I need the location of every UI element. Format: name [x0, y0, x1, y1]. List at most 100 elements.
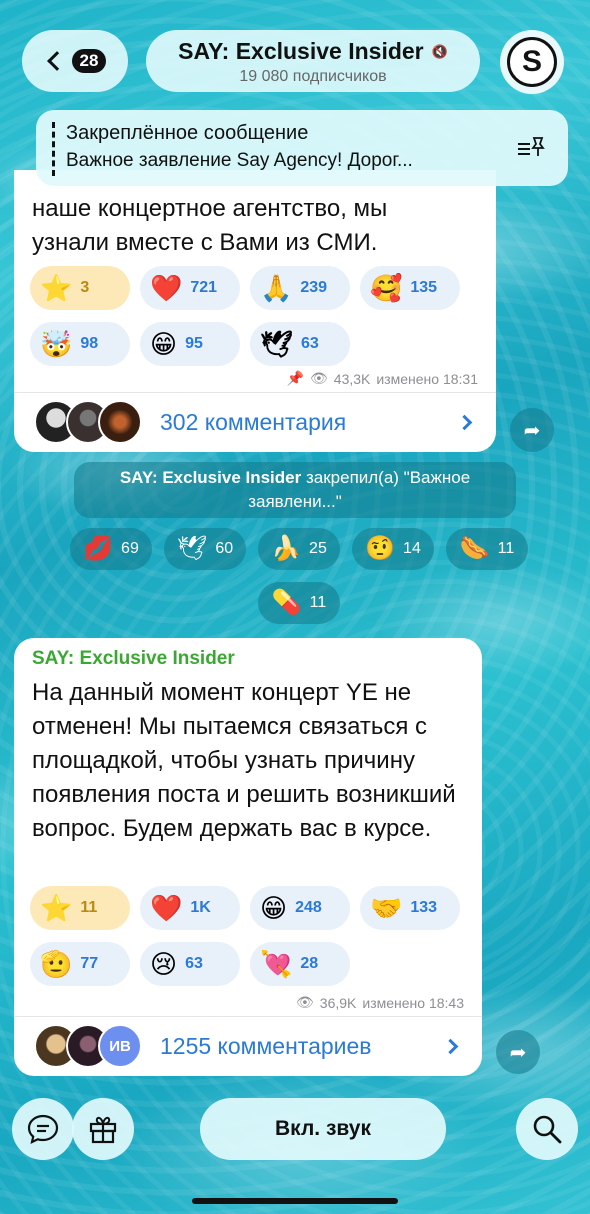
handshake-icon: 🤝: [370, 893, 403, 923]
comments-label: 1255 комментариев: [160, 1032, 372, 1059]
avatar: [98, 400, 142, 444]
chevron-right-icon: [442, 1038, 459, 1054]
reaction-count: 25: [309, 540, 327, 557]
back-button[interactable]: 28: [22, 30, 128, 92]
reaction-count: 11: [80, 899, 98, 916]
comments-label: 302 комментария: [160, 408, 347, 435]
reaction-dove[interactable]: 🕊 60: [164, 528, 246, 570]
channel-header[interactable]: SAY: Exclusive Insider 🔇 19 080 подписчи…: [146, 30, 480, 92]
share-button[interactable]: ➦: [496, 1030, 540, 1074]
gift-icon: [89, 1116, 117, 1144]
home-indicator[interactable]: [192, 1198, 398, 1204]
divider: [14, 392, 496, 393]
reaction-heart[interactable]: ❤️ 721: [140, 266, 240, 310]
comments-button[interactable]: ИВ 1255 комментариев: [34, 1024, 464, 1068]
chevron-right-icon: [456, 414, 473, 430]
reaction-count: 721: [190, 279, 218, 296]
eye-icon: 👁: [310, 370, 328, 386]
grin-icon: 😁: [150, 329, 178, 359]
message-bubble-1[interactable]: наше концертное агентство, мы узнали вме…: [14, 170, 496, 452]
reaction-cry[interactable]: 😢 63: [140, 942, 240, 986]
bottom-bar: Вкл. звук: [0, 1098, 590, 1160]
comments-button[interactable]: 302 комментария: [34, 400, 478, 444]
unmute-button[interactable]: Вкл. звук: [200, 1098, 446, 1160]
reaction-count: 63: [301, 335, 319, 352]
cry-icon: 😢: [150, 949, 178, 979]
message-sender: SAY: Exclusive Insider: [32, 648, 235, 669]
reaction-hotdog[interactable]: 🌭 11: [446, 528, 528, 570]
reaction-kiss[interactable]: 💋 69: [70, 528, 152, 570]
reaction-raised-eyebrow[interactable]: 🤨 14: [352, 528, 434, 570]
reaction-heart[interactable]: ❤️ 1K: [140, 886, 240, 930]
reactions-list: ⭐ 11 ❤️ 1K 😁 248 🤝 133 🫡 77 😢 63 💘 28: [30, 886, 480, 986]
mind-blown-icon: 🤯: [40, 329, 73, 359]
pinned-title: Закреплённое сообщение: [66, 122, 309, 144]
reaction-pray[interactable]: 🙏 239: [250, 266, 350, 310]
avatar-initials: ИВ: [98, 1024, 142, 1068]
share-button[interactable]: ➦: [510, 408, 554, 452]
reaction-handshake[interactable]: 🤝 133: [360, 886, 460, 930]
raised-eyebrow-icon: 🤨: [365, 535, 396, 562]
salute-icon: 🫡: [40, 949, 73, 979]
star-icon: ⭐: [40, 273, 73, 303]
reaction-count: 95: [185, 335, 203, 352]
chevron-left-icon: [46, 51, 67, 71]
view-count: 36,9K: [319, 994, 357, 1011]
heart-arrow-icon: 💘: [260, 949, 293, 979]
reaction-salute[interactable]: 🫡 77: [30, 942, 130, 986]
reaction-count: 3: [80, 279, 90, 296]
channel-avatar[interactable]: S: [500, 30, 564, 94]
share-arrow-icon: ➦: [523, 419, 541, 442]
reaction-banana[interactable]: 🍌 25: [258, 528, 340, 570]
commenter-avatars: ИВ: [34, 1024, 142, 1068]
reaction-count: 239: [300, 279, 328, 296]
pin-icon: 📌: [286, 370, 305, 386]
dove-icon: 🕊: [260, 329, 294, 359]
reaction-count: 69: [121, 540, 139, 557]
reaction-count: 98: [80, 335, 99, 352]
reaction-pill[interactable]: 💊 11: [258, 582, 340, 624]
search-button[interactable]: [516, 1098, 578, 1160]
reaction-count: 248: [295, 899, 322, 916]
reaction-love-face[interactable]: 🥰 135: [360, 266, 460, 310]
reaction-count: 77: [80, 955, 99, 972]
message-bubble-2[interactable]: SAY: Exclusive Insider На данный момент …: [14, 638, 482, 1076]
pinned-list-icon[interactable]: [516, 136, 546, 158]
reaction-count: 11: [497, 540, 515, 557]
reaction-star[interactable]: ⭐ 11: [30, 886, 130, 930]
gift-button[interactable]: [72, 1098, 134, 1160]
message-text: На данный момент концерт YE не отменен! …: [32, 679, 456, 842]
discussion-button[interactable]: [12, 1098, 74, 1160]
pinned-text: Важное заявление Say Agency! Дорог...: [66, 150, 413, 171]
service-author: SAY: Exclusive Insider: [119, 468, 302, 487]
message-meta: 📌 👁 43,3K изменено 18:31: [287, 370, 478, 387]
reaction-dove[interactable]: 🕊 63: [250, 322, 350, 366]
reaction-grin[interactable]: 😁 95: [140, 322, 240, 366]
eye-icon: 👁: [296, 994, 314, 1010]
kiss-icon: 💋: [83, 535, 114, 562]
reactions-list: ⭐ 3 ❤️ 721 🙏 239 🥰 135 🤯 98 😁 95 🕊 63: [30, 266, 490, 366]
grin-icon: 😁: [260, 893, 288, 923]
channel-title-row: SAY: Exclusive Insider 🔇: [146, 38, 480, 65]
hotdog-icon: 🌭: [459, 535, 490, 562]
reaction-count: 28: [300, 955, 319, 972]
commenter-avatars: [34, 400, 142, 444]
reaction-count: 60: [215, 540, 234, 557]
pinned-indicator: [52, 122, 55, 176]
service-message: SAY: Exclusive Insider закрепил(а) "Важн…: [74, 462, 516, 518]
reaction-count: 133: [410, 899, 438, 916]
message-text: наше концертное агентство, мы узнали вме…: [32, 192, 387, 260]
message-text-line: узнали вместе с Вами из СМИ.: [32, 229, 378, 256]
reaction-star[interactable]: ⭐ 3: [30, 266, 130, 310]
reaction-count: 14: [403, 540, 421, 557]
pray-icon: 🙏: [260, 273, 293, 303]
edited-time: изменено 18:31: [376, 370, 478, 387]
reaction-grin[interactable]: 😁 248: [250, 886, 350, 930]
star-icon: ⭐: [40, 893, 73, 923]
reaction-heart-arrow[interactable]: 💘 28: [250, 942, 350, 986]
edited-time: изменено 18:43: [362, 994, 464, 1011]
reaction-mind-blown[interactable]: 🤯 98: [30, 322, 130, 366]
pinned-message-bar[interactable]: Закреплённое сообщение Важное заявление …: [36, 110, 568, 186]
heart-icon: ❤️: [150, 273, 183, 303]
view-count: 43,3K: [333, 370, 371, 387]
